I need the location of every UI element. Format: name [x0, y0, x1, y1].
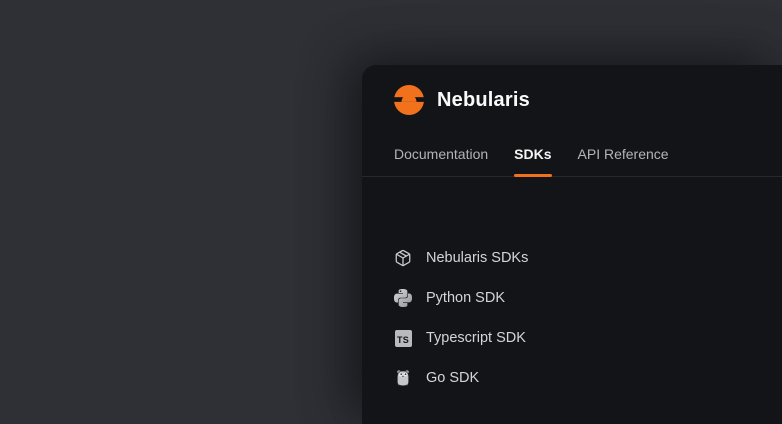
- tab-sdks[interactable]: SDKs: [514, 146, 551, 176]
- tab-documentation[interactable]: Documentation: [394, 146, 488, 176]
- sdk-item-label: Nebularis SDKs: [426, 250, 528, 266]
- go-gopher-icon: [394, 369, 412, 387]
- sdk-item-go-sdk[interactable]: Go SDK: [394, 358, 750, 398]
- typescript-icon: TS: [394, 329, 412, 347]
- brand-header: Nebularis: [362, 65, 782, 115]
- desktop-background: { "brand": { "name": "Nebularis", "logo_…: [0, 0, 782, 424]
- nebularis-logo-icon: [394, 85, 424, 115]
- sdk-item-python-sdk[interactable]: Python SDK: [394, 278, 750, 318]
- tab-api-reference[interactable]: API Reference: [578, 146, 669, 176]
- brand-title: Nebularis: [437, 89, 530, 112]
- sdk-menu: Nebularis SDKs Python SDK TS: [362, 177, 782, 398]
- sdk-item-typescript-sdk[interactable]: TS Typescript SDK: [394, 318, 750, 358]
- package-icon: [394, 249, 412, 267]
- sdk-item-nebularis-sdks[interactable]: Nebularis SDKs: [394, 238, 750, 278]
- docs-panel: Nebularis Documentation SDKs API Referen…: [362, 65, 782, 424]
- sdk-item-label: Typescript SDK: [426, 330, 526, 346]
- tab-bar: Documentation SDKs API Reference: [362, 146, 782, 177]
- python-icon: [394, 289, 412, 307]
- typescript-badge-text: TS: [395, 330, 412, 347]
- sdk-item-label: Go SDK: [426, 370, 479, 386]
- sdk-item-label: Python SDK: [426, 290, 505, 306]
